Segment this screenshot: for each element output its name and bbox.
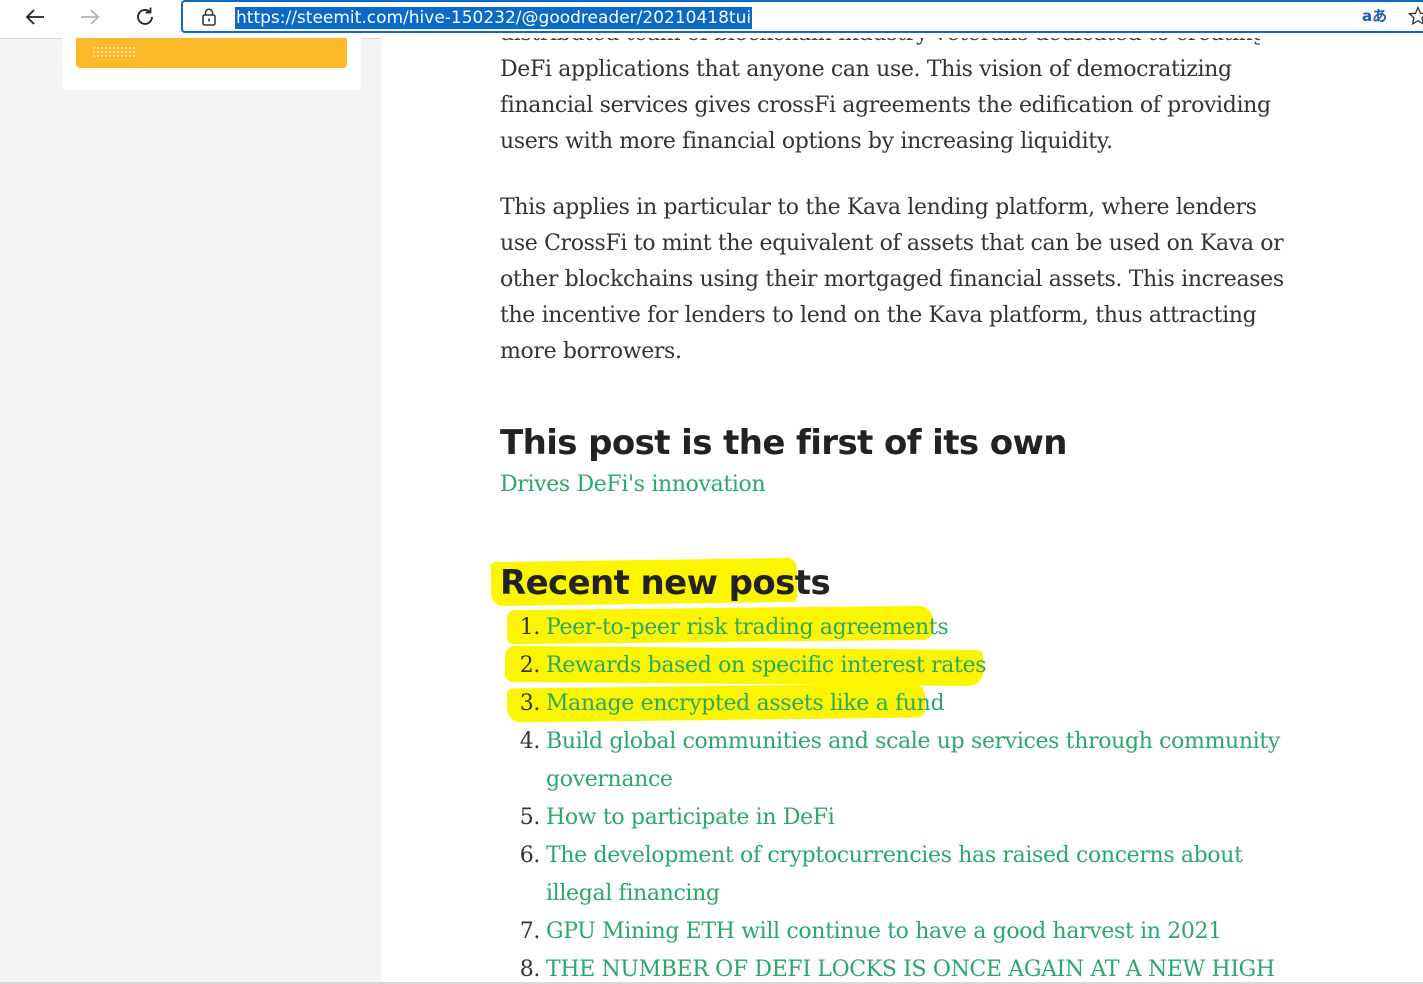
address-bar[interactable]: https://steemit.com/hive-150232/@goodrea… [181, 0, 1423, 33]
translate-icon[interactable]: aあ [1362, 5, 1387, 26]
dots-pattern-icon [92, 46, 136, 58]
post-link[interactable]: Rewards based on specific interest rates [540, 647, 987, 685]
heading-first-post: This post is the first of its own [500, 423, 1068, 463]
back-button[interactable] [18, 2, 52, 32]
list-item: 3Manage encrypted assets like a fund [493, 685, 1303, 723]
cut-off-text-line: distributed team of blockchain industry … [500, 38, 1260, 52]
drives-defi-link[interactable]: Drives DeFi's innovation [500, 472, 766, 497]
recent-posts-list: 1Peer-to-peer risk trading agreements 2R… [493, 609, 1303, 984]
list-item: 5How to participate in DeFi [493, 799, 1303, 837]
post-link[interactable]: THE NUMBER OF DEFI LOCKS IS ONCE AGAIN A… [540, 951, 1275, 984]
paragraph-democratizing: DeFi applications that anyone can use. T… [500, 57, 1271, 154]
list-item: 7GPU Mining ETH will continue to have a … [493, 913, 1303, 951]
post-link[interactable]: Peer-to-peer risk trading agreements [540, 609, 949, 647]
list-item: 4Build global communities and scale up s… [493, 723, 1303, 799]
arrow-right-icon [81, 9, 100, 25]
star-icon[interactable] [1408, 6, 1423, 26]
lock-icon[interactable] [201, 8, 217, 26]
sidebar-action-button[interactable] [76, 38, 347, 68]
list-item: 8THE NUMBER OF DEFI LOCKS IS ONCE AGAIN … [493, 951, 1303, 984]
reload-icon [137, 7, 153, 25]
heading-recent-posts: Recent new posts [500, 563, 831, 603]
post-link[interactable]: How to participate in DeFi [540, 799, 835, 837]
post-link[interactable]: Manage encrypted assets like a fund [540, 685, 945, 723]
post-link[interactable]: The development of cryptocurrencies has … [540, 837, 1303, 913]
list-item: 2Rewards based on specific interest rate… [493, 647, 1303, 685]
browser-toolbar: https://steemit.com/hive-150232/@goodrea… [0, 0, 1423, 39]
url-text[interactable]: https://steemit.com/hive-150232/@goodrea… [235, 7, 753, 29]
post-link[interactable]: GPU Mining ETH will continue to have a g… [540, 913, 1222, 951]
forward-button[interactable] [73, 2, 107, 32]
list-item: 1Peer-to-peer risk trading agreements [493, 609, 1303, 647]
list-item: 6The development of cryptocurrencies has… [493, 837, 1303, 913]
paragraph-kava: This applies in particular to the Kava l… [500, 195, 1284, 364]
article-column: distributed team of blockchain industry … [381, 38, 1423, 984]
reload-button[interactable] [128, 2, 162, 32]
post-link[interactable]: Build global communities and scale up se… [540, 723, 1303, 799]
arrow-left-icon [25, 9, 44, 25]
